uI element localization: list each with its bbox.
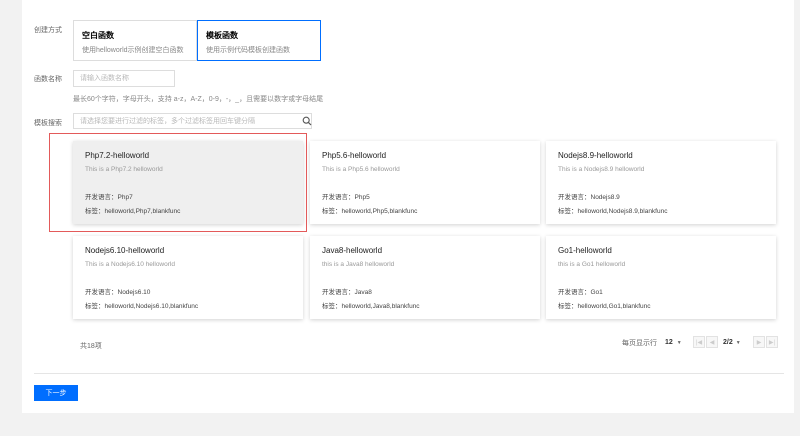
card-tags-label: 标签：	[85, 303, 105, 310]
page-select[interactable]: 2/2 ▼	[723, 336, 741, 349]
template-card[interactable]: Nodejs6.10-helloworld This is a Nodejs6.…	[73, 236, 303, 319]
option-blank-title: 空白函数	[82, 31, 114, 40]
card-lang-label: 开发语言：	[558, 289, 591, 296]
card-tags: helloworld,Go1,blankfunc	[577, 303, 651, 310]
card-tags-label: 标签：	[558, 208, 578, 215]
card-desc: This is a Nodejs6.10 helloworld	[85, 261, 175, 268]
card-title: Java8-helloworld	[322, 246, 383, 255]
function-name-label: 函数名称	[34, 76, 62, 83]
search-icon[interactable]	[302, 116, 312, 126]
card-lang: Php7	[117, 194, 133, 201]
card-title: Nodejs8.9-helloworld	[558, 151, 633, 160]
card-lang-label: 开发语言：	[85, 194, 118, 201]
option-blank-function[interactable]: 空白函数 使用helloworld示例创建空白函数	[73, 20, 197, 61]
option-template-function[interactable]: 模板函数 使用示例代码模板创建函数	[197, 20, 321, 61]
first-page-icon[interactable]: |◀	[693, 336, 705, 348]
chevron-down-icon: ▼	[676, 339, 682, 346]
card-desc: this is a Java8 helloworld	[322, 261, 395, 268]
card-tags-label: 标签：	[85, 208, 105, 215]
card-lang: Nodejs8.9	[590, 194, 620, 201]
card-desc: This is a Php5.6 helloworld	[322, 166, 400, 173]
template-search-label: 模板搜索	[34, 120, 62, 127]
card-lang: Php5	[354, 194, 370, 201]
create-type-label: 创建方式	[34, 27, 62, 34]
template-card[interactable]: Nodejs8.9-helloworld This is a Nodejs8.9…	[546, 141, 776, 224]
card-title: Php7.2-helloworld	[85, 151, 150, 160]
card-desc: This is a Php7.2 helloworld	[85, 166, 163, 173]
card-tags: helloworld,Php7,blankfunc	[104, 208, 181, 215]
card-lang-label: 开发语言：	[322, 289, 355, 296]
template-card[interactable]: Php5.6-helloworld This is a Php5.6 hello…	[310, 141, 540, 224]
template-card[interactable]: Go1-helloworld this is a Go1 helloworld …	[546, 236, 776, 319]
function-name-input[interactable]	[73, 70, 175, 87]
card-desc: this is a Go1 helloworld	[558, 261, 626, 268]
card-tags-label: 标签：	[558, 303, 578, 310]
last-page-icon[interactable]: ▶|	[766, 336, 778, 348]
per-page-value: 12	[665, 339, 673, 346]
option-template-desc: 使用示例代码模板创建函数	[206, 47, 290, 54]
card-lang: Java8	[354, 289, 372, 296]
card-title: Nodejs6.10-helloworld	[85, 246, 165, 255]
card-lang-label: 开发语言：	[85, 289, 118, 296]
per-page-select[interactable]: 12 ▼	[665, 336, 682, 349]
card-tags: helloworld,Nodejs6.10,blankfunc	[104, 303, 199, 310]
card-lang-label: 开发语言：	[558, 194, 591, 201]
card-tags-label: 标签：	[322, 303, 342, 310]
card-title: Go1-helloworld	[558, 246, 612, 255]
divider	[34, 373, 784, 374]
card-tags: helloworld,Java8,blankfunc	[341, 303, 420, 310]
card-title: Php5.6-helloworld	[322, 151, 387, 160]
prev-page-icon[interactable]: ◀	[706, 336, 718, 348]
chevron-down-icon: ▼	[735, 339, 741, 346]
next-page-icon[interactable]: ▶	[753, 336, 765, 348]
template-card[interactable]: Php7.2-helloworld This is a Php7.2 hello…	[73, 141, 303, 224]
total-count: 共18项	[80, 343, 102, 350]
card-lang: Go1	[590, 289, 603, 296]
option-template-title: 模板函数	[206, 31, 238, 40]
card-desc: This is a Nodejs8.9 helloworld	[558, 166, 645, 173]
per-page-label: 每页显示行	[622, 340, 657, 347]
card-tags: helloworld,Nodejs8.9,blankfunc	[577, 208, 668, 215]
card-lang: Nodejs6.10	[117, 289, 151, 296]
function-name-hint: 最长60个字符，字母开头，支持 a-z，A-Z，0-9，-，_，且需要以数字或字…	[73, 96, 324, 103]
card-tags: helloworld,Php5,blankfunc	[341, 208, 418, 215]
option-blank-desc: 使用helloworld示例创建空白函数	[82, 47, 184, 54]
card-tags-label: 标签：	[322, 208, 342, 215]
next-step-button[interactable]: 下一步	[34, 385, 78, 401]
card-lang-label: 开发语言：	[322, 194, 355, 201]
page-value: 2/2	[723, 339, 733, 346]
template-card[interactable]: Java8-helloworld this is a Java8 hellowo…	[310, 236, 540, 319]
template-search-input[interactable]	[73, 113, 312, 129]
